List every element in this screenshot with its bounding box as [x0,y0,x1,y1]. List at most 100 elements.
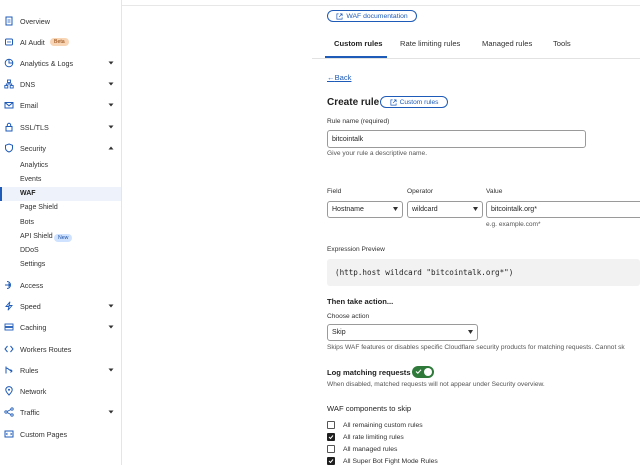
field-select[interactable]: Hostname [327,201,403,218]
main-content: WAF documentation Custom rules Rate limi… [122,0,640,465]
operator-value: wildcard [412,206,438,213]
sidebar-item-workers-routes[interactable]: Workers Routes [0,341,121,357]
expression-preview-label: Expression Preview [327,246,385,253]
ai-audit-icon [4,37,14,47]
sidebar-item-rules[interactable]: Rules [0,362,121,378]
caret-down-icon [473,207,478,211]
access-icon [4,280,14,290]
rule-name-input[interactable]: bitcointalk [327,130,586,148]
sidebar-item-label: Security [20,143,46,153]
sidebar-item-overview[interactable]: Overview [0,13,121,29]
action-heading: Then take action... [327,297,394,306]
tab-custom-rules[interactable]: Custom rules [334,39,383,48]
chevron-down-icon [108,409,114,415]
value-hint: e.g. example.com* [486,221,541,228]
network-icon [4,386,14,396]
checkbox-all-managed-rules[interactable] [327,445,335,453]
sidebar-subitem-settings[interactable]: Settings [20,261,45,268]
tab-divider [312,58,640,59]
sidebar-item-label: Workers Routes [20,344,72,354]
custom-rules-link[interactable]: Custom rules [380,96,448,108]
chevron-up-icon [108,145,114,151]
sidebar-subitem-ddos[interactable]: DDoS [20,247,39,254]
sidebar-item-speed[interactable]: Speed [0,298,121,314]
tab-rate-limiting-rules[interactable]: Rate limiting rules [400,39,460,48]
shield-icon [4,143,14,153]
checkbox-all-remaining-custom-rules[interactable] [327,421,335,429]
component-label: All Super Bot Fight Mode Rules [343,457,438,465]
sidebar-item-dns[interactable]: DNS [0,76,121,92]
sidebar-item-label: Email [20,100,38,110]
toggle-knob [424,368,432,376]
document-icon [4,16,14,26]
caret-down-icon [468,330,473,334]
sidebar-subitem-events[interactable]: Events [20,176,41,183]
sidebar-subitem-bots[interactable]: Bots [20,219,34,226]
rule-name-label: Rule name (required) [327,118,390,125]
sidebar-subitem-page-shield[interactable]: Page Shield [20,204,58,211]
custom-pages-icon [4,429,14,439]
active-tab-indicator [325,56,387,58]
action-select[interactable]: Skip [327,324,478,341]
tab-managed-rules[interactable]: Managed rules [482,39,532,48]
action-value: Skip [332,329,346,336]
log-matching-hint: When disabled, matched requests will not… [327,381,545,388]
checkbox-all-rate-limiting-rules[interactable] [327,433,335,441]
sidebar-item-label: Access [20,280,44,290]
log-matching-toggle[interactable] [412,366,434,378]
sidebar-item-label: SSL/TLS [20,122,49,132]
back-link-label: Back [334,73,352,82]
tab-tools[interactable]: Tools [553,39,571,48]
sidebar-item-label: Overview [20,16,50,26]
field-value: Hostname [332,206,364,213]
checkbox-all-super-bot-fight-mode-rules[interactable] [327,457,335,465]
component-label: All rate limiting rules [343,433,404,441]
active-item-highlight [0,187,121,201]
workers-icon [4,344,14,354]
check-icon [328,435,334,440]
component-row[interactable]: All remaining custom rules [327,420,423,430]
expression-preview: (http.host wildcard "bitcointalk.org*") [327,259,640,286]
sidebar-item-ai-audit[interactable]: AI Audit Beta [0,34,121,50]
sidebar-item-custom-pages[interactable]: Custom Pages [0,426,121,442]
traffic-icon [4,407,14,417]
sidebar-item-security[interactable]: Security [0,140,121,156]
component-label: All managed rules [343,445,398,453]
rule-name-hint: Give your rule a descriptive name. [327,150,428,157]
sidebar-subitem-analytics[interactable]: Analytics [20,162,48,169]
sidebar-item-email[interactable]: Email [0,97,121,113]
choose-action-label: Choose action [327,313,370,320]
action-hint: Skips WAF features or disables specific … [327,344,625,351]
sidebar-item-label: Analytics & Logs [20,58,74,68]
sidebar-item-traffic[interactable]: Traffic [0,404,121,420]
beta-badge: Beta [50,38,69,46]
sidebar-subitem-waf[interactable]: WAF [20,190,36,197]
value-label: Value [486,188,503,195]
sidebar-item-access[interactable]: Access [0,277,121,293]
sidebar-item-analytics-logs[interactable]: Analytics & Logs [0,55,121,71]
sidebar-item-label: Rules [20,365,39,375]
value-input[interactable]: bitcointalk.org* [486,201,640,218]
chevron-down-icon [108,124,114,130]
new-badge: New [54,234,73,242]
rule-name-value: bitcointalk [332,135,364,143]
page-title: Create rule [327,97,380,108]
back-link[interactable]: ←Back [327,73,351,82]
arrow-left-icon: ← [327,73,335,82]
sidebar-item-label: DNS [20,79,36,89]
field-label: Field [327,188,342,195]
sidebar-item-caching[interactable]: Caching [0,319,121,335]
chevron-down-icon [108,60,114,66]
top-divider [122,5,640,6]
waf-documentation-button[interactable]: WAF documentation [327,10,417,22]
sidebar-item-network[interactable]: Network [0,383,121,399]
component-row[interactable]: All managed rules [327,444,397,454]
sidebar-subitem-api-shield[interactable]: API Shield [20,233,53,240]
sidebar-item-ssl-tls[interactable]: SSL/TLS [0,119,121,135]
component-row[interactable]: All Super Bot Fight Mode Rules [327,456,438,465]
component-row[interactable]: All rate limiting rules [327,432,404,442]
expression-text: (http.host wildcard "bitcointalk.org*") [335,268,514,277]
analytics-icon [4,58,14,68]
rules-icon [4,365,14,375]
operator-select[interactable]: wildcard [407,201,483,218]
